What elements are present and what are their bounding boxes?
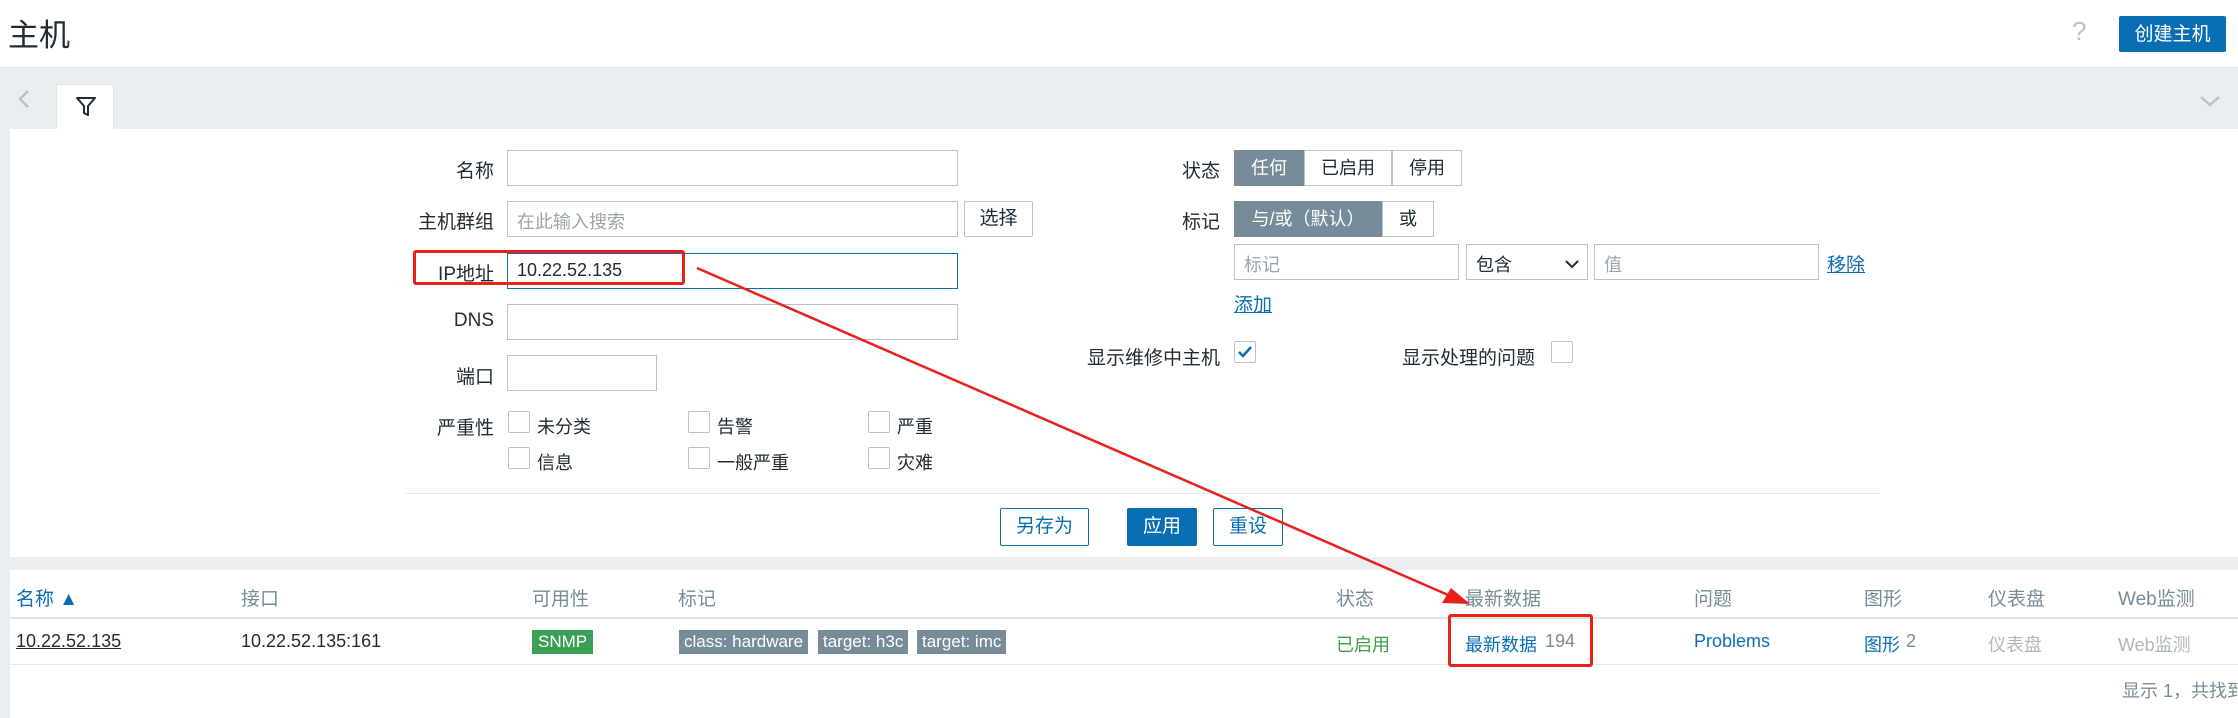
row-web: Web监测 xyxy=(2118,635,2191,655)
row-dashboards: 仪表盘 xyxy=(1988,635,2042,655)
chevron-down-icon xyxy=(1565,256,1579,274)
row-graphs-link[interactable]: 图形 xyxy=(1864,631,1900,657)
col-header-web: Web监测 xyxy=(2118,589,2195,610)
hostgroup-label: 主机群组 xyxy=(417,212,494,233)
tags-mode-and-or[interactable]: 与/或（默认） xyxy=(1234,201,1382,237)
severity-checkbox-not-classified[interactable] xyxy=(508,411,530,433)
row-interface: 10.22.52.135:161 xyxy=(241,631,382,651)
tag-input[interactable]: 标记 xyxy=(1234,244,1459,280)
tag-operator-value: 包含 xyxy=(1476,255,1512,275)
reset-button[interactable]: 重设 xyxy=(1213,508,1283,546)
status-label: 状态 xyxy=(1181,161,1220,182)
col-header-availability: 可用性 xyxy=(532,589,590,610)
row-tag-target-h3c[interactable]: target: h3c xyxy=(818,630,909,654)
port-label: 端口 xyxy=(455,367,494,388)
col-header-problems: 问题 xyxy=(1694,589,1733,610)
col-header-latest-data: 最新数据 xyxy=(1465,589,1542,610)
create-host-button[interactable]: 创建主机 xyxy=(2119,16,2226,52)
chevron-down-icon[interactable] xyxy=(2198,92,2222,110)
show-suppressed-checkbox[interactable] xyxy=(1551,341,1573,363)
row-availability-badge: SNMP xyxy=(532,630,594,654)
row-tag-class[interactable]: class: hardware xyxy=(679,630,809,654)
col-header-tags: 标记 xyxy=(678,589,717,610)
severity-checkbox-disaster[interactable] xyxy=(868,447,890,469)
apply-button[interactable]: 应用 xyxy=(1127,508,1197,546)
add-tag-link[interactable]: 添加 xyxy=(1234,290,1272,317)
checkmark-icon xyxy=(1238,346,1252,358)
severity-label-not-classified: 未分类 xyxy=(537,417,591,437)
col-header-name[interactable]: 名称 ▲ xyxy=(16,584,78,611)
help-icon-glyph: ? xyxy=(2072,16,2094,48)
col-header-graphs: 图形 xyxy=(1864,589,1903,610)
col-header-interface: 接口 xyxy=(241,589,280,610)
show-suppressed-label: 显示处理的问题 xyxy=(1401,348,1535,369)
page-header xyxy=(0,0,2238,68)
value-placeholder: 值 xyxy=(1604,255,1622,275)
severity-label-disaster: 灾难 xyxy=(897,453,933,473)
dns-label: DNS xyxy=(453,310,494,331)
hostgroup-placeholder: 在此输入搜索 xyxy=(517,212,625,232)
severity-checkbox-information[interactable] xyxy=(508,447,530,469)
name-label: 名称 xyxy=(455,161,494,182)
filter-icon xyxy=(74,95,98,124)
name-input[interactable] xyxy=(507,150,958,186)
col-header-dashboards: 仪表盘 xyxy=(1988,589,2046,610)
show-maintenance-label: 显示维修中主机 xyxy=(1086,348,1220,369)
severity-label-average: 一般严重 xyxy=(717,453,789,473)
dns-input[interactable] xyxy=(507,304,958,340)
severity-label: 严重性 xyxy=(436,418,494,439)
filter-tab-bar xyxy=(0,69,2238,129)
tag-operator-select[interactable]: 包含 xyxy=(1466,244,1588,280)
annotation-box-latest-data xyxy=(1448,614,1593,667)
row-host-name[interactable]: 10.22.52.135 xyxy=(16,631,121,652)
tags-mode-or[interactable]: 或 xyxy=(1382,201,1434,237)
severity-checkbox-average[interactable] xyxy=(688,447,710,469)
table-header-divider xyxy=(10,617,2238,619)
status-option-disabled[interactable]: 停用 xyxy=(1392,150,1462,186)
filter-tab[interactable] xyxy=(56,84,114,130)
select-button[interactable]: 选择 xyxy=(964,201,1033,237)
port-input[interactable] xyxy=(507,355,657,391)
severity-checkbox-warning[interactable] xyxy=(688,411,710,433)
show-maintenance-checkbox[interactable] xyxy=(1234,341,1256,363)
table-row-divider xyxy=(10,664,2238,665)
row-graphs-count: 2 xyxy=(1906,631,1917,651)
remove-tag-link[interactable]: 移除 xyxy=(1827,250,1865,277)
row-status[interactable]: 已启用 xyxy=(1336,631,1390,657)
row-tag-target-imc[interactable]: target: imc xyxy=(917,630,1007,654)
hostgroup-input[interactable]: 在此输入搜索 xyxy=(507,201,958,237)
filter-divider xyxy=(405,493,1880,494)
annotation-box-ip xyxy=(413,250,685,285)
table-footer: 显示 1，共找到 xyxy=(2122,681,2238,701)
save-as-button[interactable]: 另存为 xyxy=(1000,508,1089,546)
row-problems-link[interactable]: Problems xyxy=(1694,631,1770,652)
value-input[interactable]: 值 xyxy=(1594,244,1819,280)
status-option-any[interactable]: 任何 xyxy=(1234,150,1304,186)
col-header-status[interactable]: 状态 xyxy=(1336,584,1374,611)
severity-label-high: 严重 xyxy=(897,417,933,437)
chevron-left-icon[interactable] xyxy=(14,88,36,110)
tag-placeholder: 标记 xyxy=(1244,255,1280,275)
severity-label-warning: 告警 xyxy=(717,417,753,437)
severity-label-information: 信息 xyxy=(537,453,573,473)
status-option-enabled[interactable]: 已启用 xyxy=(1304,150,1392,186)
severity-checkbox-high[interactable] xyxy=(868,411,890,433)
page-title: 主机 xyxy=(8,18,70,53)
tags-label: 标记 xyxy=(1181,212,1220,233)
